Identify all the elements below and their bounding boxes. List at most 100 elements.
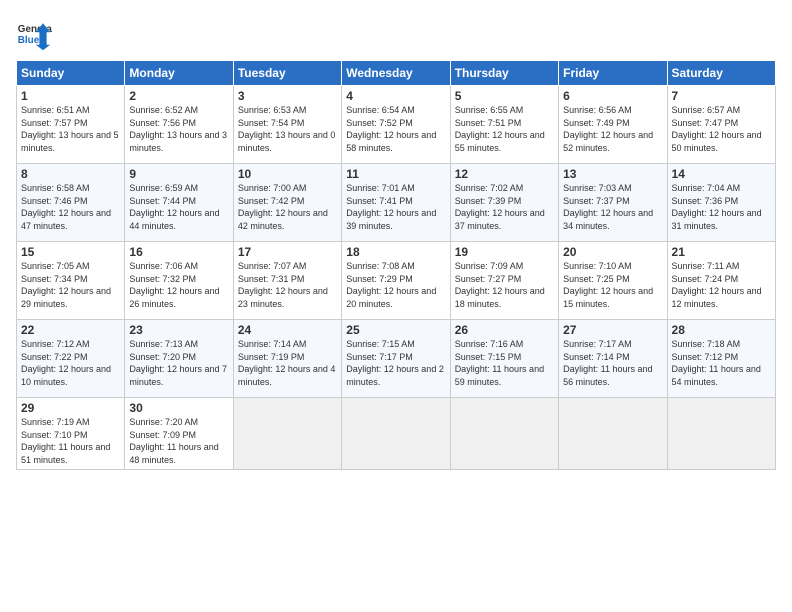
day-info: Sunrise: 7:05 AMSunset: 7:34 PMDaylight:… (21, 261, 111, 309)
day-info: Sunrise: 6:59 AMSunset: 7:44 PMDaylight:… (129, 183, 219, 231)
table-row: 25 Sunrise: 7:15 AMSunset: 7:17 PMDaylig… (342, 320, 450, 398)
day-info: Sunrise: 6:55 AMSunset: 7:51 PMDaylight:… (455, 105, 545, 153)
table-row: 21 Sunrise: 7:11 AMSunset: 7:24 PMDaylig… (667, 242, 775, 320)
day-number: 7 (672, 89, 771, 103)
day-info: Sunrise: 7:00 AMSunset: 7:42 PMDaylight:… (238, 183, 328, 231)
col-friday: Friday (559, 61, 667, 86)
table-row: 16 Sunrise: 7:06 AMSunset: 7:32 PMDaylig… (125, 242, 233, 320)
day-number: 29 (21, 401, 120, 415)
day-info: Sunrise: 7:10 AMSunset: 7:25 PMDaylight:… (563, 261, 653, 309)
table-row: 12 Sunrise: 7:02 AMSunset: 7:39 PMDaylig… (450, 164, 558, 242)
day-number: 23 (129, 323, 228, 337)
day-number: 24 (238, 323, 337, 337)
empty-cell (342, 398, 450, 470)
day-number: 20 (563, 245, 662, 259)
table-row: 26 Sunrise: 7:16 AMSunset: 7:15 PMDaylig… (450, 320, 558, 398)
day-info: Sunrise: 7:03 AMSunset: 7:37 PMDaylight:… (563, 183, 653, 231)
day-info: Sunrise: 7:16 AMSunset: 7:15 PMDaylight:… (455, 339, 544, 387)
empty-cell (559, 398, 667, 470)
day-info: Sunrise: 7:17 AMSunset: 7:14 PMDaylight:… (563, 339, 652, 387)
day-number: 25 (346, 323, 445, 337)
table-row: 23 Sunrise: 7:13 AMSunset: 7:20 PMDaylig… (125, 320, 233, 398)
calendar-week-row: 15 Sunrise: 7:05 AMSunset: 7:34 PMDaylig… (17, 242, 776, 320)
table-row: 5 Sunrise: 6:55 AMSunset: 7:51 PMDayligh… (450, 86, 558, 164)
day-number: 3 (238, 89, 337, 103)
day-info: Sunrise: 6:52 AMSunset: 7:56 PMDaylight:… (129, 105, 227, 153)
calendar-week-row: 22 Sunrise: 7:12 AMSunset: 7:22 PMDaylig… (17, 320, 776, 398)
col-sunday: Sunday (17, 61, 125, 86)
day-info: Sunrise: 6:58 AMSunset: 7:46 PMDaylight:… (21, 183, 111, 231)
day-number: 15 (21, 245, 120, 259)
day-info: Sunrise: 7:11 AMSunset: 7:24 PMDaylight:… (672, 261, 762, 309)
day-number: 21 (672, 245, 771, 259)
table-row: 22 Sunrise: 7:12 AMSunset: 7:22 PMDaylig… (17, 320, 125, 398)
day-info: Sunrise: 7:09 AMSunset: 7:27 PMDaylight:… (455, 261, 545, 309)
day-number: 11 (346, 167, 445, 181)
table-row: 30 Sunrise: 7:20 AMSunset: 7:09 PMDaylig… (125, 398, 233, 470)
table-row: 11 Sunrise: 7:01 AMSunset: 7:41 PMDaylig… (342, 164, 450, 242)
day-number: 27 (563, 323, 662, 337)
table-row: 13 Sunrise: 7:03 AMSunset: 7:37 PMDaylig… (559, 164, 667, 242)
day-number: 12 (455, 167, 554, 181)
table-row: 20 Sunrise: 7:10 AMSunset: 7:25 PMDaylig… (559, 242, 667, 320)
day-info: Sunrise: 7:19 AMSunset: 7:10 PMDaylight:… (21, 417, 110, 465)
table-row: 17 Sunrise: 7:07 AMSunset: 7:31 PMDaylig… (233, 242, 341, 320)
table-row: 14 Sunrise: 7:04 AMSunset: 7:36 PMDaylig… (667, 164, 775, 242)
table-row: 18 Sunrise: 7:08 AMSunset: 7:29 PMDaylig… (342, 242, 450, 320)
day-number: 10 (238, 167, 337, 181)
table-row: 10 Sunrise: 7:00 AMSunset: 7:42 PMDaylig… (233, 164, 341, 242)
day-number: 2 (129, 89, 228, 103)
empty-cell (233, 398, 341, 470)
day-info: Sunrise: 7:18 AMSunset: 7:12 PMDaylight:… (672, 339, 761, 387)
col-tuesday: Tuesday (233, 61, 341, 86)
day-info: Sunrise: 6:51 AMSunset: 7:57 PMDaylight:… (21, 105, 119, 153)
col-wednesday: Wednesday (342, 61, 450, 86)
day-number: 14 (672, 167, 771, 181)
calendar-header-row: Sunday Monday Tuesday Wednesday Thursday… (17, 61, 776, 86)
calendar-week-row: 29 Sunrise: 7:19 AMSunset: 7:10 PMDaylig… (17, 398, 776, 470)
calendar-week-row: 1 Sunrise: 6:51 AMSunset: 7:57 PMDayligh… (17, 86, 776, 164)
day-info: Sunrise: 7:06 AMSunset: 7:32 PMDaylight:… (129, 261, 219, 309)
table-row: 29 Sunrise: 7:19 AMSunset: 7:10 PMDaylig… (17, 398, 125, 470)
day-number: 18 (346, 245, 445, 259)
logo-icon: General Blue (16, 16, 52, 52)
table-row: 4 Sunrise: 6:54 AMSunset: 7:52 PMDayligh… (342, 86, 450, 164)
calendar-table: Sunday Monday Tuesday Wednesday Thursday… (16, 60, 776, 470)
day-number: 5 (455, 89, 554, 103)
day-number: 13 (563, 167, 662, 181)
day-info: Sunrise: 7:15 AMSunset: 7:17 PMDaylight:… (346, 339, 444, 387)
day-info: Sunrise: 7:13 AMSunset: 7:20 PMDaylight:… (129, 339, 227, 387)
day-number: 4 (346, 89, 445, 103)
col-monday: Monday (125, 61, 233, 86)
empty-cell (450, 398, 558, 470)
table-row: 9 Sunrise: 6:59 AMSunset: 7:44 PMDayligh… (125, 164, 233, 242)
day-number: 6 (563, 89, 662, 103)
day-info: Sunrise: 6:56 AMSunset: 7:49 PMDaylight:… (563, 105, 653, 153)
day-number: 17 (238, 245, 337, 259)
day-number: 22 (21, 323, 120, 337)
day-number: 16 (129, 245, 228, 259)
table-row: 19 Sunrise: 7:09 AMSunset: 7:27 PMDaylig… (450, 242, 558, 320)
day-info: Sunrise: 7:14 AMSunset: 7:19 PMDaylight:… (238, 339, 336, 387)
table-row: 3 Sunrise: 6:53 AMSunset: 7:54 PMDayligh… (233, 86, 341, 164)
logo: General Blue (16, 16, 52, 52)
day-number: 28 (672, 323, 771, 337)
page: General Blue Sunday Monday Tuesday Wedne… (0, 0, 792, 612)
day-info: Sunrise: 7:02 AMSunset: 7:39 PMDaylight:… (455, 183, 545, 231)
day-info: Sunrise: 7:20 AMSunset: 7:09 PMDaylight:… (129, 417, 218, 465)
calendar-week-row: 8 Sunrise: 6:58 AMSunset: 7:46 PMDayligh… (17, 164, 776, 242)
day-info: Sunrise: 7:04 AMSunset: 7:36 PMDaylight:… (672, 183, 762, 231)
table-row: 8 Sunrise: 6:58 AMSunset: 7:46 PMDayligh… (17, 164, 125, 242)
col-saturday: Saturday (667, 61, 775, 86)
header: General Blue (16, 16, 776, 52)
day-info: Sunrise: 7:07 AMSunset: 7:31 PMDaylight:… (238, 261, 328, 309)
day-number: 1 (21, 89, 120, 103)
day-number: 9 (129, 167, 228, 181)
day-number: 26 (455, 323, 554, 337)
table-row: 15 Sunrise: 7:05 AMSunset: 7:34 PMDaylig… (17, 242, 125, 320)
table-row: 27 Sunrise: 7:17 AMSunset: 7:14 PMDaylig… (559, 320, 667, 398)
day-number: 8 (21, 167, 120, 181)
col-thursday: Thursday (450, 61, 558, 86)
table-row: 1 Sunrise: 6:51 AMSunset: 7:57 PMDayligh… (17, 86, 125, 164)
empty-cell (667, 398, 775, 470)
